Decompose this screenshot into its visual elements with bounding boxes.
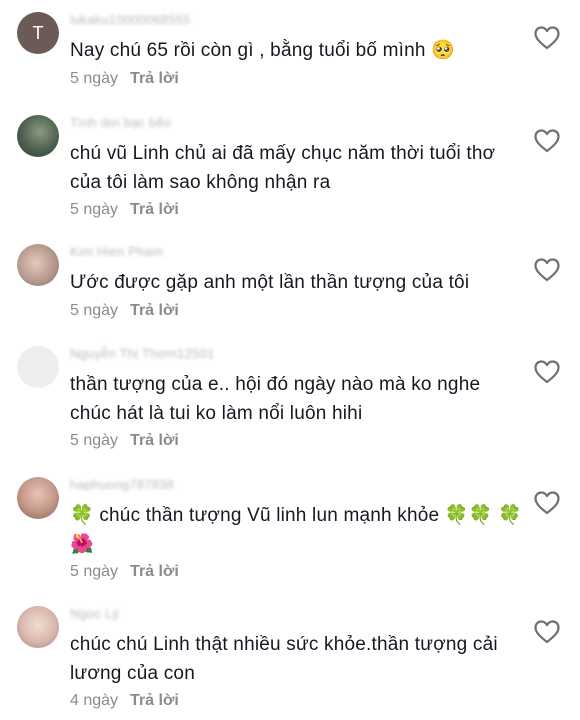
reply-button[interactable]: Trả lời [130, 692, 179, 709]
heart-outline-icon[interactable] [534, 360, 560, 384]
comment-text: Ước được gặp anh một lần thần tượng của … [70, 272, 470, 293]
comment-meta: 4 ngày Trả lời [70, 692, 179, 710]
heart-outline-icon[interactable] [534, 620, 560, 644]
comment-username[interactable]: Tình dơi bạc bẽo [70, 115, 171, 130]
reply-button[interactable]: Trả lời [130, 432, 179, 449]
comment-time: 5 ngày [70, 302, 119, 319]
avatar[interactable] [17, 244, 59, 286]
avatar[interactable] [17, 477, 59, 519]
avatar-letter: T [32, 23, 44, 43]
comment-meta: 5 ngày Trả lời [70, 201, 179, 219]
comment-time: 5 ngày [70, 201, 119, 218]
heart-outline-icon[interactable] [534, 491, 560, 515]
reply-button[interactable]: Trả lời [130, 563, 179, 580]
comment-list: T lukaku10000068555 Nay chú 65 rồi còn g… [0, 0, 580, 720]
avatar[interactable] [17, 346, 59, 388]
comment-meta: 5 ngày Trả lời [70, 563, 179, 581]
comment-username[interactable]: Ngọc Lý [70, 606, 119, 621]
comment-time: 5 ngày [70, 563, 119, 580]
comment-time: 5 ngày [70, 432, 119, 449]
reply-button[interactable]: Trả lời [130, 201, 179, 218]
comment-meta: 5 ngày Trả lời [70, 70, 179, 88]
comment-username[interactable]: Nguyễn Thị Thơm12501 [70, 346, 214, 361]
comment-meta: 5 ngày Trả lời [70, 302, 179, 320]
comment-time: 5 ngày [70, 70, 119, 87]
comment-username[interactable]: lukaku10000068555 [70, 12, 191, 27]
comment-text: chúc chú Linh thật nhiều sức khỏe.thần t… [70, 634, 498, 684]
avatar[interactable] [17, 115, 59, 157]
avatar[interactable] [17, 606, 59, 648]
reply-button[interactable]: Trả lời [130, 302, 179, 319]
avatar[interactable]: T [17, 12, 59, 54]
comment-text: thần tượng của e.. hội đó ngày nào mà ko… [70, 374, 481, 424]
heart-outline-icon[interactable] [534, 258, 560, 282]
reply-button[interactable]: Trả lời [130, 70, 179, 87]
comment-text: 🍀 chúc thần tượng Vũ linh lun mạnh khỏe … [70, 505, 522, 555]
comment-meta: 5 ngày Trả lời [70, 432, 179, 450]
comment-text: Nay chú 65 rồi còn gì , bằng tuổi bố mìn… [70, 40, 456, 61]
heart-outline-icon[interactable] [534, 129, 560, 153]
comment-text: chú vũ Linh chủ ai đã mấy chục năm thời … [70, 143, 496, 193]
heart-outline-icon[interactable] [534, 26, 560, 50]
comment-time: 4 ngày [70, 692, 119, 709]
comment-username[interactable]: haphuong787838 [70, 477, 174, 492]
comment-username[interactable]: Kim Hien Pham [70, 244, 163, 259]
